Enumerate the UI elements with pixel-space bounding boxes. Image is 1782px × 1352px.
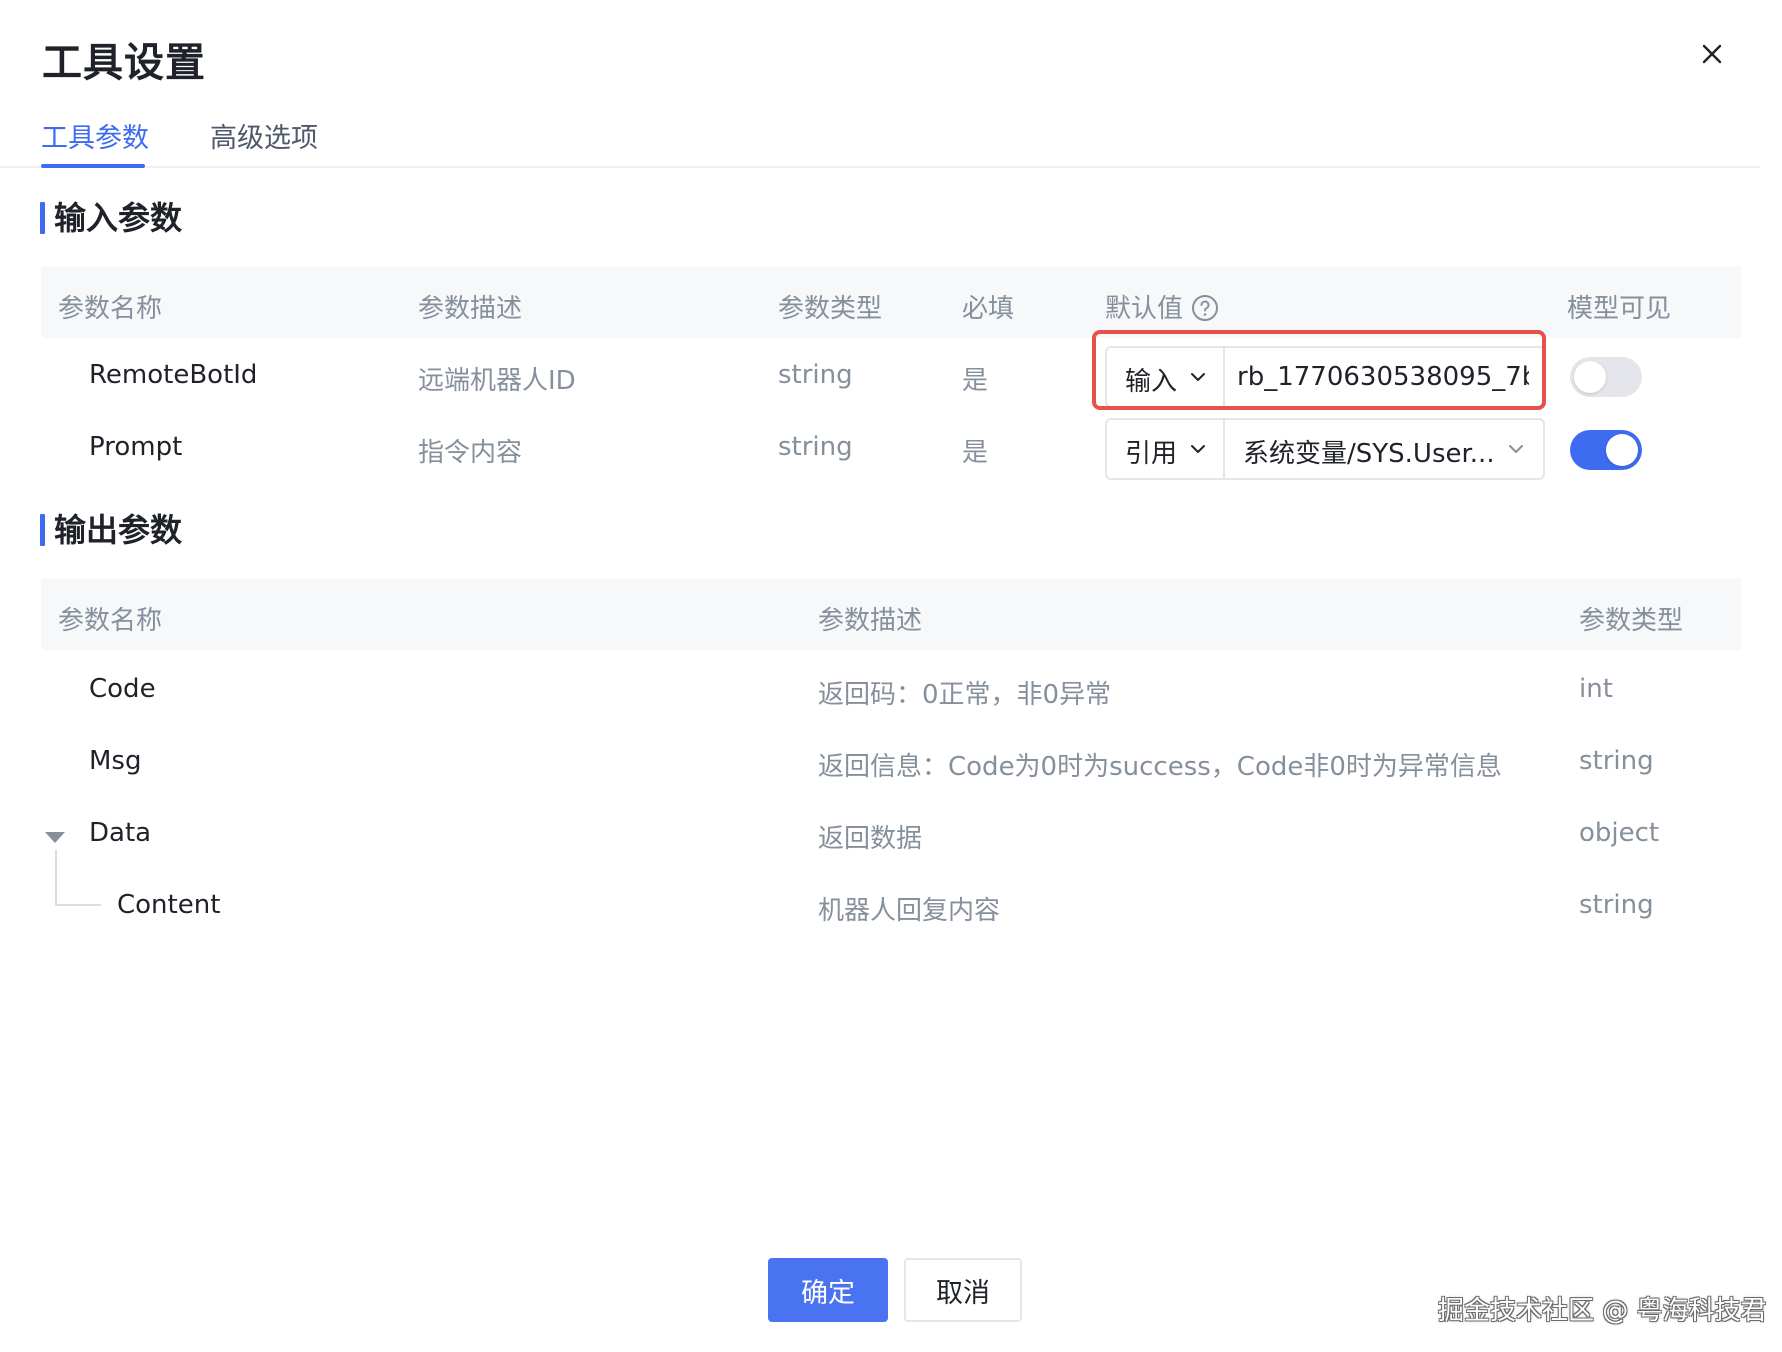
param-required: 是 xyxy=(962,366,989,396)
tool-settings-dialog: 工具设置 工具参数 高级选项 输入参数 参数名称 参数描述 参数类型 必填 默认… xyxy=(0,0,1782,1352)
header-default-value-label: 默认值 xyxy=(1105,294,1184,324)
input-table-header: 参数名称 参数描述 参数类型 必填 默认值 模型可见 xyxy=(41,266,1742,338)
value-mode-label: 引用 xyxy=(1125,439,1178,469)
help-circle-icon[interactable] xyxy=(1191,294,1219,322)
cancel-button[interactable]: 取消 xyxy=(904,1258,1022,1322)
chevron-down-icon xyxy=(1191,445,1205,453)
reference-variable-select[interactable]: 系统变量/SYS.User... xyxy=(1243,433,1495,470)
param-name: Prompt xyxy=(89,432,183,462)
tab-advanced-options[interactable]: 高级选项 xyxy=(210,116,318,155)
toggle-knob xyxy=(1606,434,1638,466)
default-value-combo: 输入 xyxy=(1105,346,1545,408)
close-icon[interactable] xyxy=(1696,38,1728,70)
header-default-value: 默认值 xyxy=(1105,288,1219,325)
param-desc: 返回码：0正常，非0异常 xyxy=(818,680,1112,710)
param-desc: 远端机器人ID xyxy=(418,366,576,396)
toggle-knob xyxy=(1574,361,1606,393)
active-tab-indicator xyxy=(41,164,145,168)
param-name: RemoteBotId xyxy=(89,360,258,390)
input-params-section-title: 输入参数 xyxy=(40,200,182,236)
param-type: string xyxy=(778,432,853,462)
model-visible-toggle[interactable] xyxy=(1570,430,1642,470)
chevron-down-icon xyxy=(1191,373,1205,381)
param-name: Msg xyxy=(89,746,142,776)
watermark-text: 掘金技术社区 @ 粤海科技君 xyxy=(1438,1296,1767,1326)
header-param-type: 参数类型 xyxy=(1579,606,1684,636)
header-param-name: 参数名称 xyxy=(58,606,163,636)
default-value-combo: 引用 系统变量/SYS.User... xyxy=(1105,418,1545,480)
param-desc: 机器人回复内容 xyxy=(818,896,1001,926)
tree-connector-line xyxy=(55,850,57,906)
header-required: 必填 xyxy=(962,294,1015,324)
tab-bar: 工具参数 高级选项 xyxy=(0,108,1760,168)
output-table-header: 参数名称 参数描述 参数类型 xyxy=(41,578,1742,650)
header-model-visible: 模型可见 xyxy=(1567,294,1672,324)
param-type: int xyxy=(1579,674,1613,704)
param-name: Code xyxy=(89,674,156,704)
output-params-section-title: 输出参数 xyxy=(40,512,182,548)
value-mode-select[interactable]: 输入 xyxy=(1107,348,1225,406)
param-desc: 返回数据 xyxy=(818,824,923,854)
param-required: 是 xyxy=(962,438,989,468)
header-param-desc: 参数描述 xyxy=(818,606,923,636)
confirm-button[interactable]: 确定 xyxy=(768,1258,888,1322)
header-param-type: 参数类型 xyxy=(778,294,883,324)
header-param-desc: 参数描述 xyxy=(418,294,523,324)
param-name: Data xyxy=(89,818,152,848)
model-visible-toggle[interactable] xyxy=(1570,357,1642,397)
param-desc: 返回信息：Code为0时为success，Code非0时为异常信息 xyxy=(818,752,1502,782)
caret-down-icon[interactable] xyxy=(44,830,66,844)
param-type: string xyxy=(1579,746,1654,776)
param-name: Content xyxy=(117,890,221,920)
param-desc: 指令内容 xyxy=(418,438,523,468)
param-type: object xyxy=(1579,818,1660,848)
value-mode-select[interactable]: 引用 xyxy=(1107,420,1225,478)
tab-tool-params[interactable]: 工具参数 xyxy=(41,116,149,155)
param-type: string xyxy=(1579,890,1654,920)
dialog-title: 工具设置 xyxy=(42,40,206,86)
param-type: string xyxy=(778,360,853,390)
chevron-down-icon[interactable] xyxy=(1507,440,1525,458)
tree-connector-line xyxy=(55,904,101,906)
value-mode-label: 输入 xyxy=(1125,367,1178,397)
default-value-input[interactable] xyxy=(1237,362,1529,392)
header-param-name: 参数名称 xyxy=(58,294,163,324)
